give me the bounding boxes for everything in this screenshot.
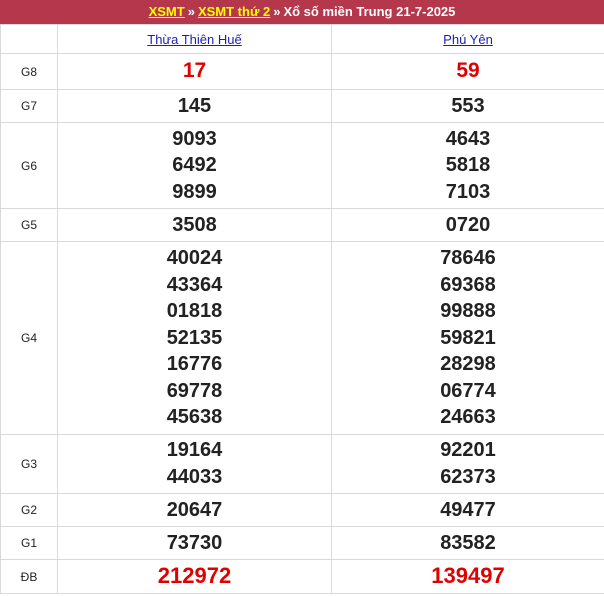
- prize-numbers-cell: 4643 5818 7103: [331, 122, 604, 209]
- prize-label: G2: [0, 493, 58, 527]
- breadcrumb-separator: »: [273, 4, 281, 19]
- prize-number: 83582: [440, 531, 496, 554]
- prize-number: 7103: [445, 180, 491, 203]
- breadcrumb-header: XSMT» XSMT thứ 2» Xổ số miền Trung 21-7-20…: [0, 0, 604, 24]
- prize-number: 28298: [440, 353, 496, 376]
- prize-number: 62373: [440, 466, 496, 488]
- xsmt-link[interactable]: XSMT: [149, 4, 185, 19]
- prize-number: 44033: [166, 466, 223, 488]
- prize-numbers-cell: 59: [331, 53, 604, 90]
- prize-numbers-cell: 40024 43364 01818 52135 16776 69778 45638: [57, 241, 332, 435]
- prize-numbers-cell: 212972: [57, 559, 332, 594]
- prize-number: 92201: [440, 439, 496, 462]
- special-prize-number: 212972: [157, 563, 232, 589]
- prize-row: G2 20647 49477: [0, 493, 604, 527]
- prize-number: 0720: [445, 213, 491, 236]
- prize-number: 59821: [440, 326, 496, 349]
- empty-corner-cell: [0, 24, 58, 54]
- prize-number: 73730: [166, 531, 223, 554]
- prize-label: G1: [0, 526, 58, 560]
- prize-numbers-cell: 17: [57, 53, 332, 90]
- province-link-hue[interactable]: Thừa Thiên Huế: [147, 32, 241, 47]
- prize-number: 3508: [172, 213, 217, 236]
- prize-numbers-cell: 20647: [57, 493, 332, 527]
- prize-numbers-cell: 0720: [331, 208, 604, 242]
- prize-number: 19164: [166, 439, 223, 462]
- special-prize-number: 139497: [431, 563, 505, 589]
- prize-number: 553: [451, 94, 485, 117]
- breadcrumb-separator: »: [187, 4, 195, 19]
- province-cell: Phú Yên: [331, 24, 604, 54]
- prize-row: G8 17 59: [0, 53, 604, 90]
- prize-number: 20647: [166, 498, 223, 521]
- prize-label: G6: [0, 122, 58, 209]
- prize-numbers-cell: 92201 62373: [331, 434, 604, 494]
- prize-row: G4 40024 43364 01818 52135 16776 69778 45638 786…: [0, 241, 604, 435]
- page-title: Xổ số miền Trung 21-7-2025: [283, 4, 456, 19]
- prize-numbers-cell: 145: [57, 89, 332, 123]
- prize-numbers-cell: 73730: [57, 526, 332, 560]
- prize-row: ĐB 212972 139497: [0, 559, 604, 594]
- xsmt-monday-link[interactable]: XSMT thứ 2: [198, 4, 270, 19]
- prize-numbers-cell: 49477: [331, 493, 604, 527]
- prize-numbers-cell: 19164 44033: [57, 434, 332, 494]
- prize-number: 16776: [166, 353, 223, 376]
- province-header-row: Thừa Thiên Huế Phú Yên: [0, 24, 604, 54]
- prize-number: 01818: [166, 300, 223, 323]
- prize-number: 6492: [172, 154, 217, 177]
- prize-number: 59: [456, 59, 480, 83]
- province-cell: Thừa Thiên Huế: [57, 24, 332, 54]
- prize-number: 78646: [440, 246, 496, 269]
- prize-numbers-cell: 139497: [331, 559, 604, 594]
- prize-number: 06774: [440, 379, 496, 402]
- prize-label: G8: [0, 53, 58, 90]
- prize-number: 40024: [166, 246, 223, 269]
- prize-number: 5818: [445, 154, 491, 177]
- prize-label: G5: [0, 208, 58, 242]
- prize-number: 145: [177, 94, 212, 117]
- prize-number: 49477: [440, 498, 496, 521]
- prize-number: 69778: [166, 379, 223, 402]
- prize-number: 24663: [440, 406, 496, 429]
- prize-number: 9899: [172, 180, 217, 203]
- results-container: XSMT» XSMT thứ 2» Xổ số miền Trung 21-7-20…: [0, 0, 604, 594]
- prize-label: ĐB: [0, 559, 58, 594]
- prize-number: 52135: [166, 326, 223, 349]
- prize-number: 69368: [440, 273, 496, 296]
- prize-number: 4643: [445, 127, 491, 150]
- prize-row: G5 3508 0720: [0, 208, 604, 242]
- prize-number: 45638: [166, 406, 223, 429]
- prize-numbers-cell: 78646 69368 99888 59821 28298 06774 24663: [331, 241, 604, 435]
- prize-label: G7: [0, 89, 58, 123]
- prize-row: G7 145 553: [0, 89, 604, 123]
- prize-label: G3: [0, 434, 58, 494]
- prize-number: 9093: [172, 127, 217, 150]
- prize-label: G4: [0, 241, 58, 435]
- prize-numbers-cell: 553: [331, 89, 604, 123]
- prize-number: 17: [182, 59, 207, 83]
- province-link-phu-yen[interactable]: Phú Yên: [443, 32, 493, 47]
- prize-number: 99888: [440, 300, 496, 323]
- prize-row: G1 73730 83582: [0, 526, 604, 560]
- results-table: Thừa Thiên Huế Phú Yên G8 17 59 G7 145 553 G6 9…: [0, 24, 604, 594]
- prize-row: G6 9093 6492 9899 4643 5818 7103: [0, 122, 604, 209]
- prize-row: G3 19164 44033 92201 62373: [0, 434, 604, 494]
- prize-numbers-cell: 83582: [331, 526, 604, 560]
- prize-numbers-cell: 9093 6492 9899: [57, 122, 332, 209]
- prize-numbers-cell: 3508: [57, 208, 332, 242]
- prize-number: 43364: [166, 273, 223, 296]
